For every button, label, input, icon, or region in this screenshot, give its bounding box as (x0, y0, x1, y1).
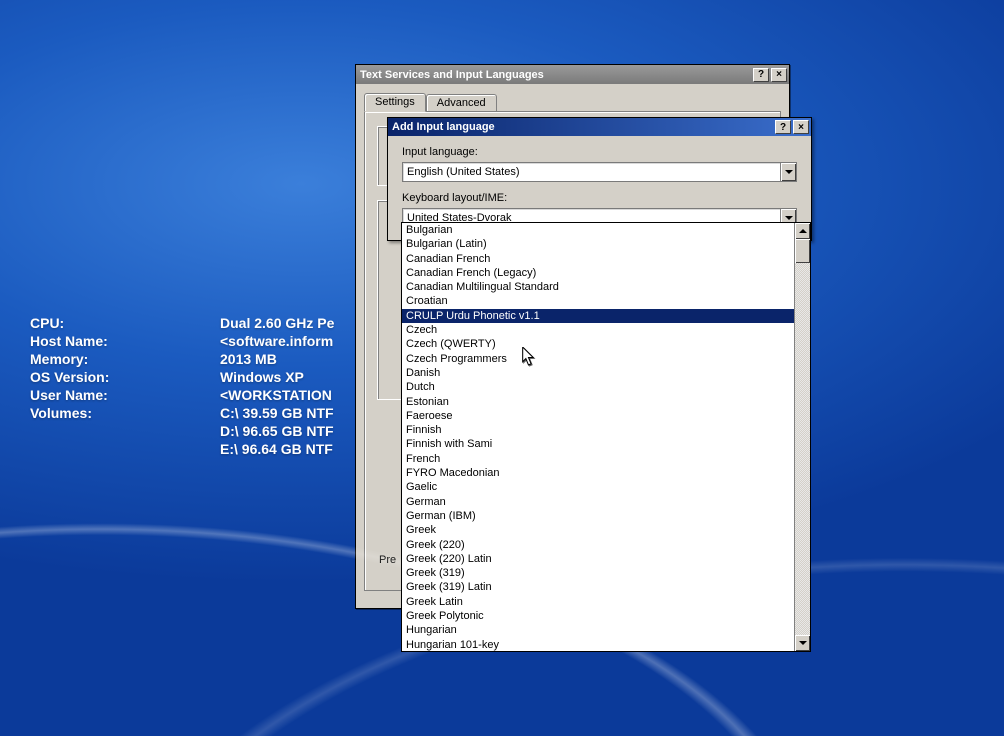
dropdown-item[interactable]: Greek Polytonic (402, 609, 794, 623)
dropdown-item[interactable]: Greek (319) (402, 566, 794, 580)
chevron-down-icon[interactable] (780, 163, 796, 181)
input-language-value: English (United States) (407, 166, 520, 178)
help-button[interactable]: ? (753, 68, 769, 82)
tab-advanced[interactable]: Advanced (426, 94, 497, 112)
dropdown-item[interactable]: Canadian Multilingual Standard (402, 280, 794, 294)
value-vol-c: C:\ 39.59 GB NTF (220, 405, 334, 421)
tab-settings[interactable]: Settings (364, 93, 426, 112)
dropdown-item[interactable]: Faeroese (402, 409, 794, 423)
inner-close-button[interactable]: × (793, 120, 809, 134)
dropdown-scrollbar[interactable] (794, 223, 810, 651)
dropdown-item[interactable]: FYRO Macedonian (402, 466, 794, 480)
dropdown-item[interactable]: Gaelic (402, 480, 794, 494)
value-cpu: Dual 2.60 GHz Pe (220, 315, 334, 331)
label-user: User Name: (30, 387, 220, 403)
scroll-track[interactable] (795, 239, 810, 635)
dropdown-item[interactable]: Hungarian (402, 623, 794, 637)
dropdown-item[interactable]: Croatian (402, 294, 794, 308)
dropdown-item[interactable]: Czech (402, 323, 794, 337)
value-memory: 2013 MB (220, 351, 334, 367)
value-vol-d: D:\ 96.65 GB NTF (220, 423, 334, 439)
dropdown-item[interactable]: Czech Programmers (402, 352, 794, 366)
input-language-combo[interactable]: English (United States) (402, 162, 797, 182)
dropdown-item[interactable]: Hungarian 101-key (402, 638, 794, 651)
tab-strip: Settings Advanced (364, 92, 781, 111)
dropdown-item[interactable]: Danish (402, 366, 794, 380)
keyboard-layout-label: Keyboard layout/IME: (402, 192, 797, 204)
dropdown-item[interactable]: Canadian French (Legacy) (402, 266, 794, 280)
dropdown-item[interactable]: French (402, 452, 794, 466)
label-host: Host Name: (30, 333, 220, 349)
inner-help-button[interactable]: ? (775, 120, 791, 134)
dropdown-item[interactable]: Greek (220) Latin (402, 552, 794, 566)
scroll-up-button[interactable] (795, 223, 810, 239)
preferences-label: Pre (379, 552, 396, 566)
add-input-titlebar[interactable]: Add Input language ? × (388, 118, 811, 136)
scroll-thumb[interactable] (795, 239, 810, 263)
keyboard-layout-dropdown[interactable]: BulgarianBulgarian (Latin)Canadian Frenc… (401, 222, 811, 652)
label-volumes: Volumes: (30, 405, 220, 421)
input-language-label: Input language: (402, 146, 797, 158)
dropdown-item[interactable]: Dutch (402, 380, 794, 394)
dropdown-item[interactable]: CRULP Urdu Phonetic v1.1 (402, 309, 794, 323)
dropdown-item[interactable]: Finnish (402, 423, 794, 437)
dropdown-item[interactable]: Bulgarian (Latin) (402, 237, 794, 251)
value-user: <WORKSTATION (220, 387, 334, 403)
dropdown-item[interactable]: Greek Latin (402, 595, 794, 609)
dropdown-item[interactable]: German (IBM) (402, 509, 794, 523)
dropdown-item[interactable]: Greek (319) Latin (402, 580, 794, 594)
desktop-system-info: CPU: Dual 2.60 GHz Pe Host Name: <softwa… (30, 315, 334, 457)
dropdown-item[interactable]: Finnish with Sami (402, 437, 794, 451)
label-memory: Memory: (30, 351, 220, 367)
dropdown-item[interactable]: Greek (402, 523, 794, 537)
dropdown-item[interactable]: German (402, 495, 794, 509)
text-services-title: Text Services and Input Languages (360, 69, 751, 81)
dropdown-item[interactable]: Estonian (402, 395, 794, 409)
text-services-titlebar[interactable]: Text Services and Input Languages ? × (356, 65, 789, 84)
dropdown-item[interactable]: Czech (QWERTY) (402, 337, 794, 351)
close-button[interactable]: × (771, 68, 787, 82)
dropdown-item[interactable]: Bulgarian (402, 223, 794, 237)
dropdown-item[interactable]: Greek (220) (402, 538, 794, 552)
cursor-icon (522, 347, 536, 367)
add-input-title: Add Input language (392, 121, 773, 133)
label-cpu: CPU: (30, 315, 220, 331)
value-host: <software.inform (220, 333, 334, 349)
scroll-down-button[interactable] (795, 635, 810, 651)
label-os: OS Version: (30, 369, 220, 385)
value-os: Windows XP (220, 369, 334, 385)
value-vol-e: E:\ 96.64 GB NTF (220, 441, 334, 457)
dropdown-list[interactable]: BulgarianBulgarian (Latin)Canadian Frenc… (402, 223, 794, 651)
dropdown-item[interactable]: Canadian French (402, 252, 794, 266)
